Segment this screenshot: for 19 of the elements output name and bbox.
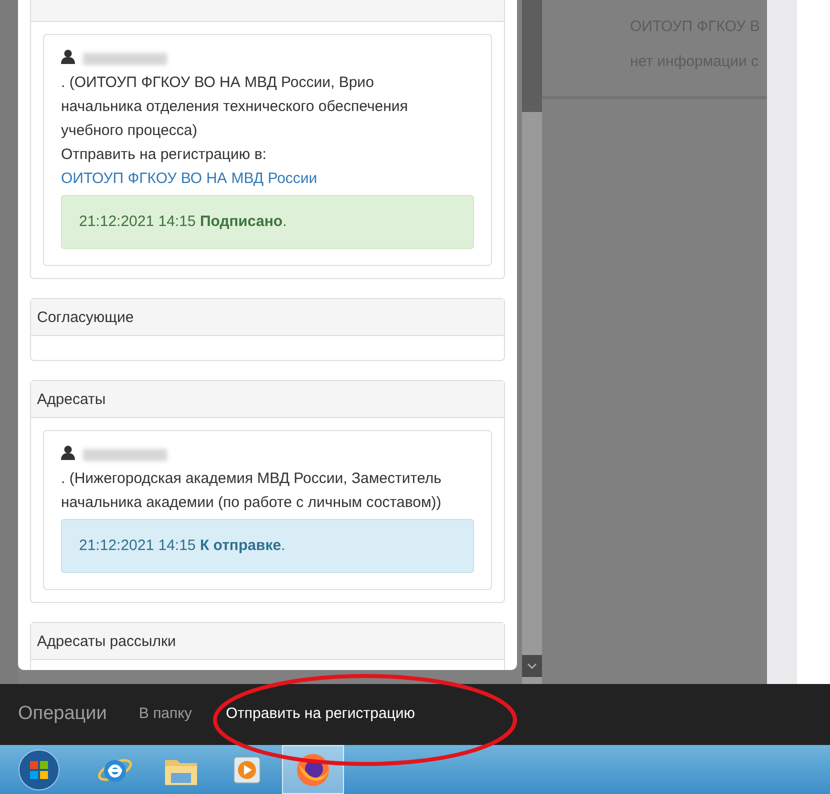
scroll-down-button[interactable] [522,655,542,677]
person-icon [61,445,75,460]
scrollbar[interactable] [522,0,542,684]
operation-link[interactable]: Отправить на регистрацию [226,703,416,726]
status-alert: 21:12:2021 14:15 Подписано. [61,195,474,249]
scrollbar-thumb[interactable] [522,0,542,112]
taskbar-button[interactable] [282,745,344,794]
chevron-down-icon [527,662,537,670]
entry-description: . (ОИТОУП ФГКОУ ВО НА МВД России, Врио начальника отделения технического обеспечения учебного процесса) [61,73,409,141]
operation-link[interactable]: В папку [138,703,192,726]
panel-title: Адресаты [37,391,106,408]
status-alert: 21:12:2021 14:15 К отправке. [61,519,474,573]
entry-description: . (Нижегородская академия МВД России, Заместитель начальника академии (по работе с личным составом)) [61,469,442,513]
person-icon [61,49,75,64]
panel-title: Адресаты рассылки [37,633,176,650]
operations-title: Операции [18,702,107,726]
panel-title: Согласующие [37,309,134,326]
route-link[interactable]: ОИТОУП ФГКОУ ВО НА МВД России [61,170,318,187]
route-label: Отправить на регистрацию в: [61,145,268,165]
